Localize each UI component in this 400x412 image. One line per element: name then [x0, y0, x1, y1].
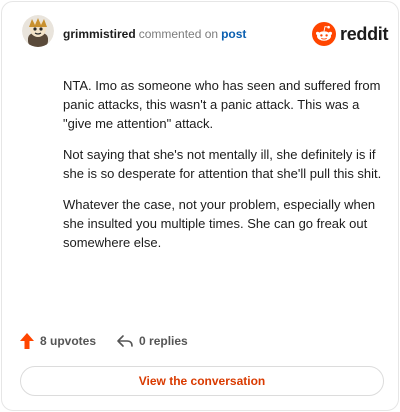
comment-meta: grimmistired commented on post	[63, 27, 246, 41]
reddit-snoo-icon	[312, 22, 336, 46]
reddit-logo[interactable]: reddit	[312, 22, 389, 46]
comment-header: grimmistired commented on post reddit	[2, 2, 398, 66]
comment-paragraph: NTA. Imo as someone who has seen and suf…	[63, 78, 381, 131]
upvote-count: 8 upvotes	[40, 334, 97, 348]
upvote-arrow-icon	[20, 333, 34, 349]
avatar-icon	[22, 15, 54, 47]
reply-arrow-icon	[117, 335, 133, 347]
reply-count: 0 replies	[139, 334, 188, 348]
comment-card: grimmistired commented on post reddit NTA.…	[1, 1, 399, 411]
upvote-stat[interactable]: 8 upvotes	[19, 332, 96, 350]
username[interactable]: grimmistired	[63, 27, 136, 41]
meta-verb: commented on	[138, 27, 219, 41]
post-link[interactable]: post	[221, 27, 246, 41]
reply-stat[interactable]: 0 replies	[116, 333, 188, 349]
comment-stats: 8 upvotes 0 replies	[19, 332, 188, 350]
avatar[interactable]	[22, 15, 54, 47]
reddit-wordmark: reddit	[340, 24, 389, 44]
comment-paragraph: Whatever the case, not your problem, esp…	[63, 197, 376, 250]
comment-body: NTA. Imo as someone who has seen and suf…	[63, 76, 383, 264]
comment-paragraph: Not saying that she's not mentally ill, …	[63, 147, 382, 181]
view-conversation-button[interactable]: View the conversation	[20, 366, 384, 396]
